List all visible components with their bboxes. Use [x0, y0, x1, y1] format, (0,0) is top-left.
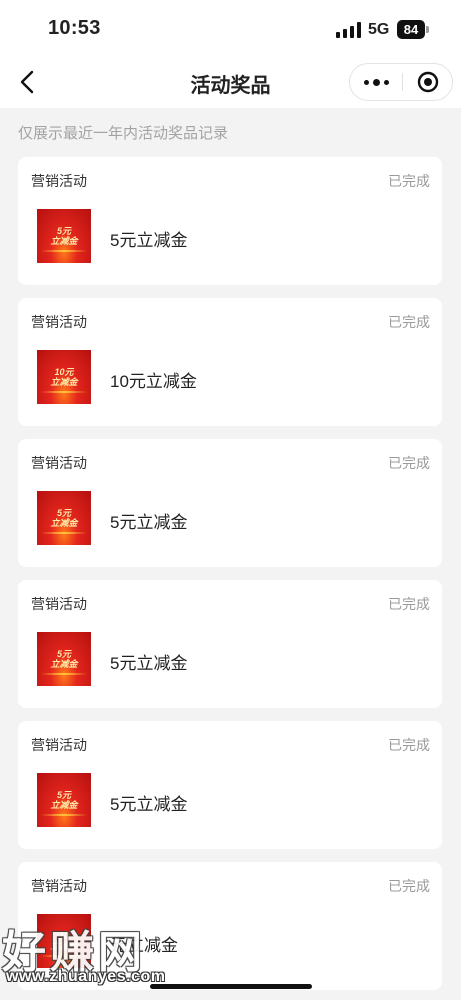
record-category: 营销活动: [31, 455, 87, 471]
prize-name: 5元立减金: [110, 795, 188, 814]
prize-name: 10元立减金: [110, 372, 197, 391]
thumb-amount: 10元: [54, 366, 74, 377]
site-watermark: 好赚网 www.zhuanyes.com: [0, 912, 200, 990]
prize-name: 5元立减金: [110, 513, 188, 532]
thumb-amount: 5元: [56, 789, 71, 800]
thumb-label: 立减金: [50, 376, 78, 387]
thumb-streak: [41, 391, 87, 393]
record-status: 已完成: [388, 314, 430, 330]
coupon-thumbnail: 5元 立减金: [37, 632, 91, 686]
prize-record-card[interactable]: 营销活动 已完成 5元 立减金 5元立减金: [18, 439, 442, 567]
prize-record-card[interactable]: 营销活动 已完成 5元 立减金 5元立减金: [18, 580, 442, 708]
mini-program-capsule: [349, 63, 453, 101]
status-time: 10:53: [48, 17, 101, 39]
thumb-streak: [41, 250, 87, 252]
network-type: 5G: [368, 21, 390, 38]
home-indicator[interactable]: [150, 984, 312, 989]
coupon-thumbnail: 5元 立减金: [37, 773, 91, 827]
record-status: 已完成: [388, 737, 430, 753]
status-bar: 10:53 5G 84: [0, 0, 461, 56]
prize-name: 5元立减金: [110, 231, 188, 250]
coupon-thumbnail: 5元 立减金: [37, 209, 91, 263]
record-notice: 仅展示最近一年内活动奖品记录: [18, 125, 229, 142]
coupon-thumbnail: 10元 立减金: [37, 350, 91, 404]
thumb-amount: 5元: [56, 648, 71, 659]
record-status: 已完成: [388, 878, 430, 894]
prize-record-list: 营销活动 已完成 5元 立减金 5元立减金 营销活动 已完成 10元 立减金 1…: [18, 157, 442, 1000]
prize-record-card[interactable]: 营销活动 已完成 5元 立减金 5元立减金: [18, 721, 442, 849]
record-category: 营销活动: [31, 737, 87, 753]
more-dots-icon[interactable]: [350, 64, 402, 100]
watermark-url: www.zhuanyes.com: [6, 968, 166, 985]
prize-record-card[interactable]: 营销活动 已完成 5元 立减金 5元立减金: [18, 157, 442, 285]
battery-tip: [426, 26, 429, 33]
thumb-amount: 5元: [56, 225, 71, 236]
thumb-streak: [41, 673, 87, 675]
signal-icon: [336, 22, 361, 38]
prize-record-card[interactable]: 营销活动 已完成 10元 立减金 10元立减金: [18, 298, 442, 426]
nav-bar: 活动奖品: [0, 56, 461, 108]
prize-name: 5元立减金: [110, 654, 188, 673]
record-status: 已完成: [388, 596, 430, 612]
thumb-streak: [41, 814, 87, 816]
thumb-streak: [41, 532, 87, 534]
record-category: 营销活动: [31, 878, 87, 894]
coupon-thumbnail: 5元 立减金: [37, 491, 91, 545]
record-status: 已完成: [388, 455, 430, 471]
battery-icon: 84: [397, 20, 425, 39]
target-close-icon[interactable]: [403, 64, 453, 100]
thumb-label: 立减金: [50, 658, 78, 669]
thumb-label: 立减金: [50, 235, 78, 246]
thumb-amount: 5元: [56, 507, 71, 518]
record-category: 营销活动: [31, 173, 87, 189]
record-status: 已完成: [388, 173, 430, 189]
battery-level: 84: [403, 22, 419, 37]
record-category: 营销活动: [31, 314, 87, 330]
record-category: 营销活动: [31, 596, 87, 612]
thumb-label: 立减金: [50, 517, 78, 528]
thumb-label: 立减金: [50, 799, 78, 810]
